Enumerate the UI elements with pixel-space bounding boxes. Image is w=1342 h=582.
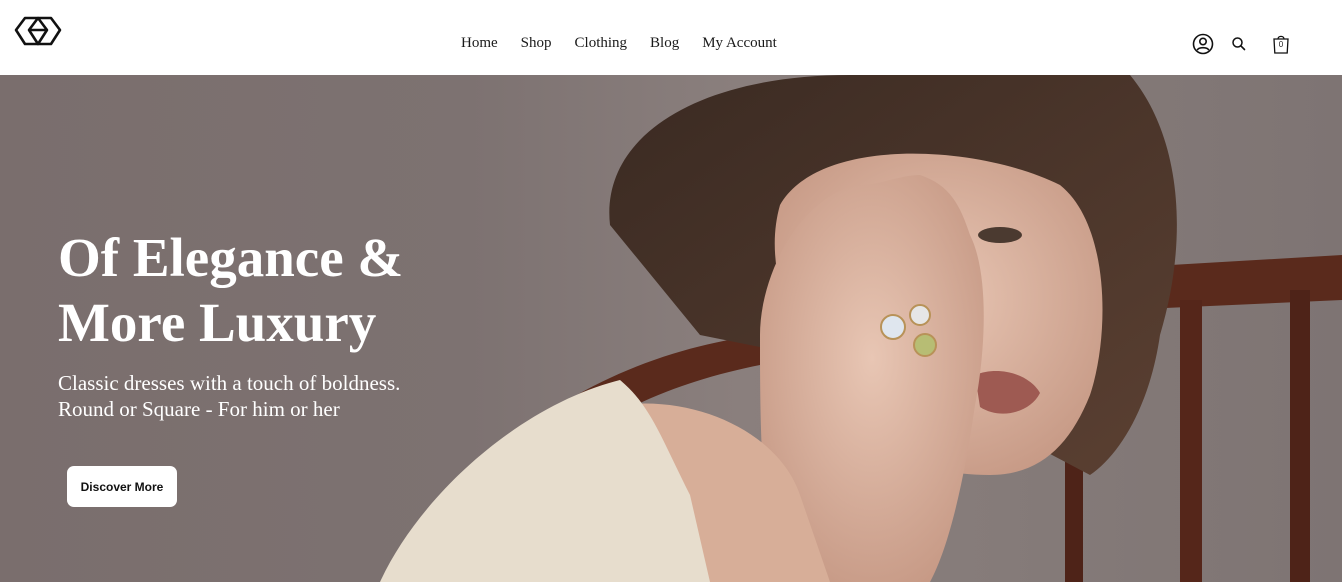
nav-shop[interactable]: Shop — [521, 34, 552, 52]
hero-banner: Of Elegance & More Luxury Classic dresse… — [0, 75, 1342, 582]
search-icon[interactable] — [1231, 36, 1247, 52]
geometric-logo-icon[interactable] — [14, 14, 62, 48]
site-header: Home Shop Clothing Blog My Account 0 — [0, 0, 1342, 75]
nav-blog[interactable]: Blog — [650, 34, 679, 52]
nav-clothing[interactable]: Clothing — [575, 34, 628, 52]
nav-home[interactable]: Home — [461, 34, 498, 52]
hero-subtitle-line-2: Round or Square - For him or her — [58, 397, 340, 421]
hero-title: Of Elegance & More Luxury — [58, 227, 404, 353]
nav-my-account[interactable]: My Account — [702, 34, 777, 52]
discover-more-button[interactable]: Discover More — [67, 466, 177, 507]
shopping-bag-icon[interactable]: 0 — [1271, 33, 1291, 55]
hero-subtitle: Classic dresses with a touch of boldness… — [58, 370, 478, 422]
cart-count: 0 — [1278, 40, 1284, 49]
hero-subtitle-line-1: Classic dresses with a touch of boldness… — [58, 371, 401, 395]
main-nav: Home Shop Clothing Blog My Account — [461, 34, 800, 52]
user-circle-icon[interactable] — [1192, 33, 1214, 55]
header-icons: 0 — [1192, 33, 1291, 55]
